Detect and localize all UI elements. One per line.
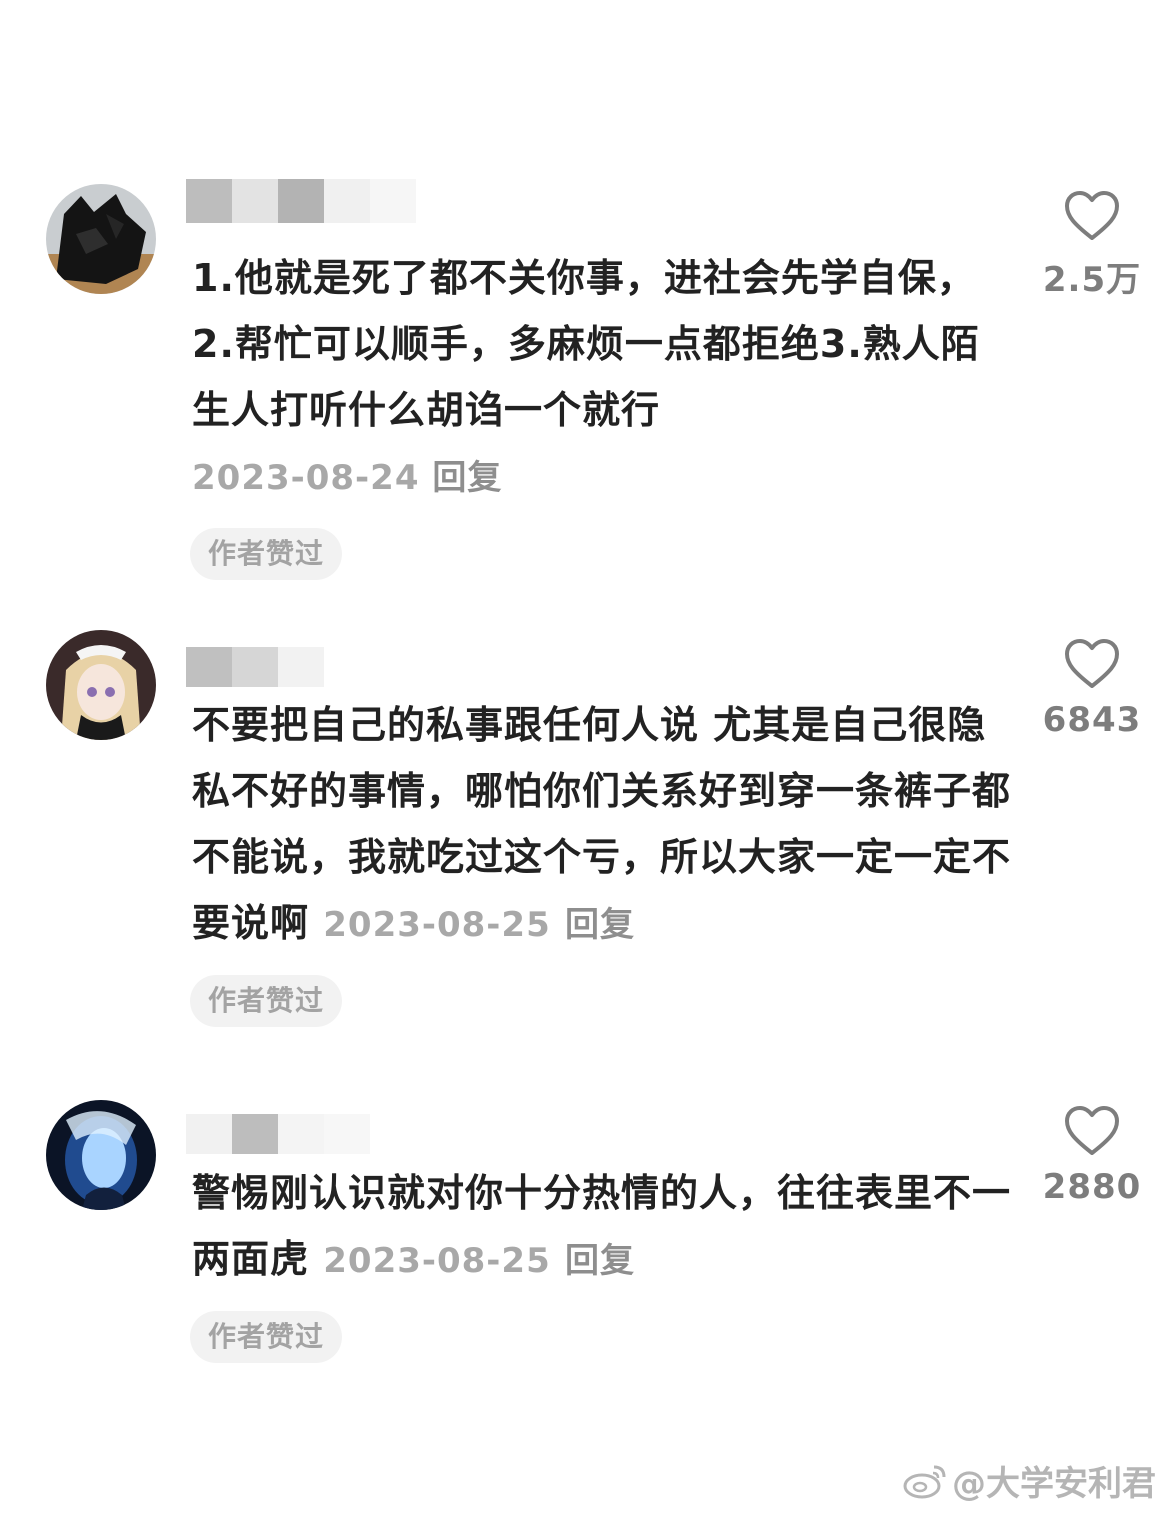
weibo-icon [903, 1465, 946, 1498]
author-liked-badge: 作者赞过 [190, 528, 343, 580]
reply-button[interactable]: 回复 [432, 458, 502, 498]
comment-text: 不要把自己的私事跟任何人说 尤其是自己很隐私不好的事情，哪怕你们关系好到穿一条裤… [192, 692, 1012, 958]
like-count: 2.5万 [1042, 260, 1142, 300]
author-liked-badge: 作者赞过 [190, 975, 343, 1027]
black-cat-avatar-icon [46, 184, 156, 294]
blue-glow-avatar-icon [46, 1100, 156, 1210]
comment-date: 2023-08-24 [192, 458, 420, 498]
comment-text: 1.他就是死了都不关你事，进社会先学自保，2.帮忙可以顺手，多麻烦一点都拒绝3.… [192, 256, 980, 432]
watermark-text: @大学安利君 [952, 1464, 1156, 1504]
avatar[interactable] [46, 1100, 156, 1210]
comment-date: 2023-08-25 [323, 905, 551, 945]
heart-icon [1065, 639, 1119, 688]
username-redacted[interactable] [186, 647, 324, 687]
username-redacted[interactable] [186, 179, 416, 223]
username-redacted[interactable] [186, 1114, 370, 1154]
comment-meta: 2023-08-24 回复 [192, 456, 502, 500]
avatar[interactable] [46, 630, 156, 740]
like-button[interactable]: 2880 [1040, 1105, 1144, 1207]
reply-button[interactable]: 回复 [565, 905, 635, 945]
like-count: 6843 [1042, 700, 1142, 740]
comment-text: 警惕刚认识就对你十分热情的人，往往表里不一两面虎 2023-08-25 回复 [192, 1160, 1012, 1294]
watermark: @大学安利君 [902, 1456, 1156, 1505]
like-count: 2880 [1042, 1167, 1142, 1207]
heart-icon [1065, 191, 1119, 240]
author-liked-badge: 作者赞过 [190, 1311, 343, 1363]
like-button[interactable]: 2.5万 [1040, 190, 1144, 301]
reply-button[interactable]: 回复 [565, 1241, 635, 1281]
like-button[interactable]: 6843 [1040, 638, 1144, 740]
anime-girl-avatar-icon [46, 630, 156, 740]
heart-icon [1065, 1106, 1119, 1155]
comment-date: 2023-08-25 [323, 1241, 551, 1281]
avatar[interactable] [46, 184, 156, 294]
